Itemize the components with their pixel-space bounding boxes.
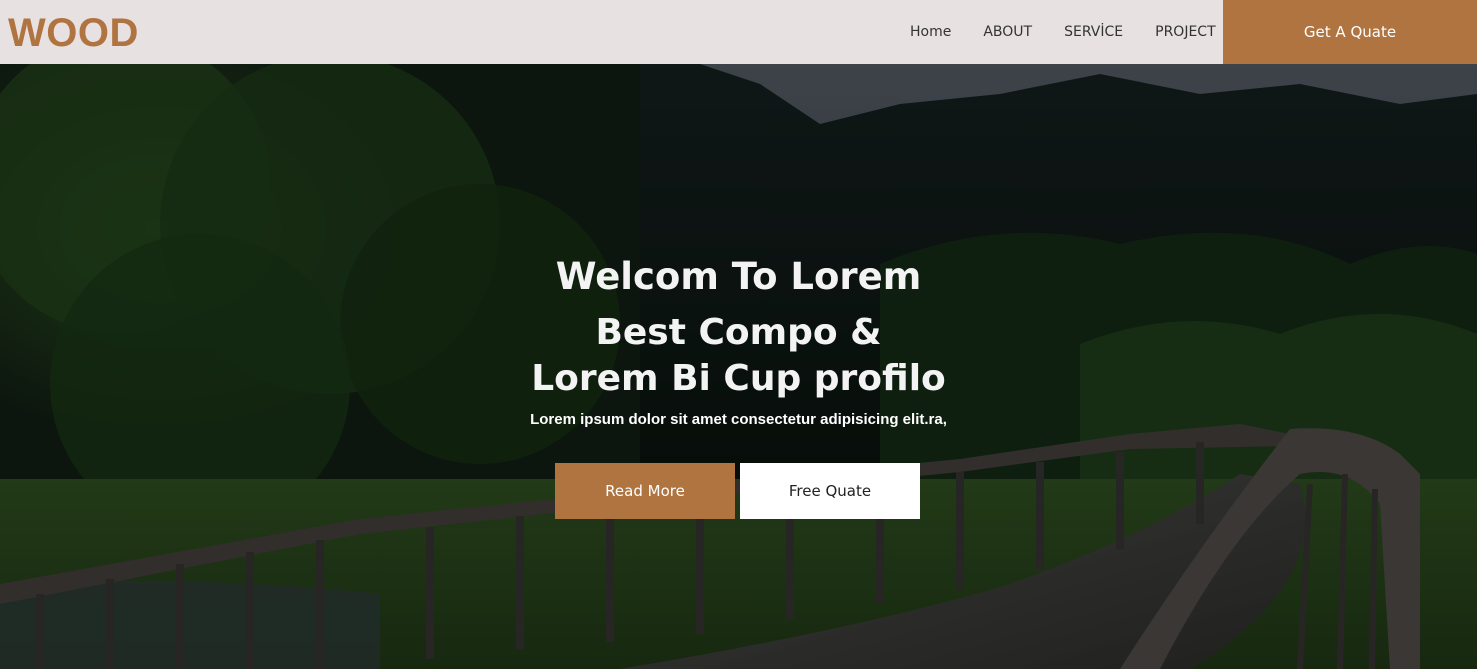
hero-subtitle-line-1: Best Compo &	[595, 312, 882, 353]
logo[interactable]: WOOD	[8, 10, 139, 56]
hero-section: Welcom To Lorem Best Compo & Lorem Bi Cu…	[0, 64, 1477, 669]
main-nav: Home ABOUT SERVİCE PROJECT	[896, 0, 1248, 64]
hero-content: Welcom To Lorem Best Compo & Lorem Bi Cu…	[0, 254, 1477, 430]
get-a-quote-button[interactable]: Get A Quate	[1223, 0, 1477, 64]
nav-item-home[interactable]: Home	[910, 24, 951, 40]
read-more-button[interactable]: Read More	[555, 463, 735, 519]
nav-item-service[interactable]: SERVİCE	[1064, 24, 1123, 40]
hero-description: Lorem ipsum dolor sit amet consectetur a…	[530, 411, 947, 428]
hero-buttons: Read More Free Quate	[555, 463, 920, 519]
free-quote-button[interactable]: Free Quate	[740, 463, 920, 519]
hero-subtitle-line-2: Lorem Bi Cup profilo	[531, 358, 946, 399]
nav-item-project[interactable]: PROJECT	[1155, 24, 1216, 40]
top-navbar: WOOD Home ABOUT SERVİCE PROJECT Get A Qu…	[0, 0, 1477, 64]
hero-title: Welcom To Lorem	[555, 255, 922, 298]
nav-item-about[interactable]: ABOUT	[983, 24, 1032, 40]
